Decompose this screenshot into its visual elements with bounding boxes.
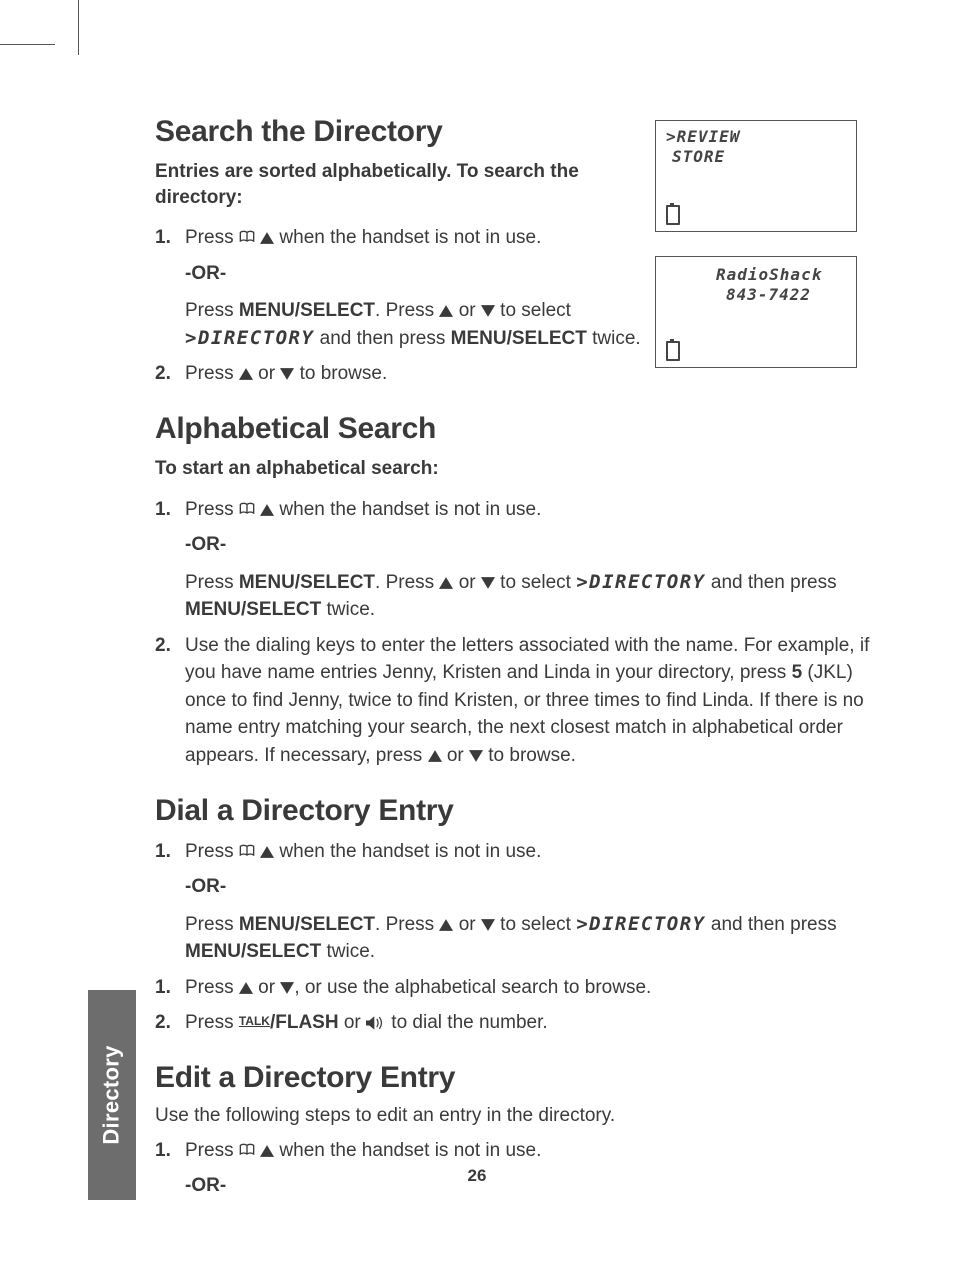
step-text: Press or to browse. bbox=[185, 360, 875, 388]
down-arrow-icon bbox=[469, 750, 483, 762]
or-separator: -OR- bbox=[185, 260, 875, 288]
list-item: 1. Press or , or use the alphabetical se… bbox=[155, 974, 875, 1002]
up-arrow-icon bbox=[260, 232, 274, 244]
list-item: 1. Press when the handset is not in use.… bbox=[155, 838, 875, 966]
step-number: 2. bbox=[155, 360, 171, 388]
list-item: 2. Press or to browse. bbox=[155, 360, 875, 388]
step-number: 1. bbox=[155, 224, 171, 252]
page-number: 26 bbox=[0, 1166, 954, 1186]
book-icon bbox=[239, 844, 255, 858]
step-number: 1. bbox=[155, 496, 171, 524]
list-item: 2. Press TALK/FLASH or to dial the numbe… bbox=[155, 1009, 875, 1037]
book-icon bbox=[239, 230, 255, 244]
up-arrow-icon bbox=[260, 846, 274, 858]
list-item: 1. Press when the handset is not in use.… bbox=[155, 224, 875, 352]
or-separator: -OR- bbox=[185, 531, 875, 559]
up-arrow-icon bbox=[239, 368, 253, 380]
up-arrow-icon bbox=[260, 504, 274, 516]
step-text: Press MENU/SELECT. Press or to select >D… bbox=[185, 569, 875, 624]
step-number: 1. bbox=[155, 1137, 171, 1165]
step-text: Press when the handset is not in use. bbox=[185, 838, 875, 866]
step-number: 1. bbox=[155, 974, 171, 1002]
step-number: 2. bbox=[155, 1009, 171, 1037]
heading-search-directory: Search the Directory bbox=[155, 115, 875, 149]
page-content: Search the Directory Entries are sorted … bbox=[155, 115, 875, 1224]
intro-text: To start an alphabetical search: bbox=[155, 456, 855, 482]
book-icon bbox=[239, 502, 255, 516]
step-text: Press TALK/FLASH or to dial the number. bbox=[185, 1009, 875, 1037]
up-arrow-icon bbox=[239, 982, 253, 994]
step-text: Press when the handset is not in use. bbox=[185, 224, 645, 252]
up-arrow-icon bbox=[439, 577, 453, 589]
step-text: Press MENU/SELECT. Press or to select >D… bbox=[185, 297, 645, 352]
list-item: 1. Press when the handset is not in use.… bbox=[155, 496, 875, 624]
up-arrow-icon bbox=[439, 919, 453, 931]
up-arrow-icon bbox=[428, 750, 442, 762]
step-text: Press or , or use the alphabetical searc… bbox=[185, 974, 875, 1002]
crop-mark bbox=[78, 0, 79, 55]
step-text: Use the dialing keys to enter the letter… bbox=[185, 632, 875, 770]
up-arrow-icon bbox=[439, 305, 453, 317]
heading-dial-entry: Dial a Directory Entry bbox=[155, 794, 875, 828]
step-text: Press when the handset is not in use. bbox=[185, 1137, 875, 1165]
step-text: Press MENU/SELECT. Press or to select >D… bbox=[185, 911, 875, 966]
heading-edit-entry: Edit a Directory Entry bbox=[155, 1061, 875, 1095]
list-item: 2. Use the dialing keys to enter the let… bbox=[155, 632, 875, 770]
up-arrow-icon bbox=[260, 1145, 274, 1157]
talk-label: TALK bbox=[239, 1014, 270, 1028]
speaker-icon bbox=[366, 1016, 386, 1030]
down-arrow-icon bbox=[481, 305, 495, 317]
step-text: Press when the handset is not in use. bbox=[185, 496, 875, 524]
book-icon bbox=[239, 1143, 255, 1157]
down-arrow-icon bbox=[280, 368, 294, 380]
down-arrow-icon bbox=[481, 577, 495, 589]
section-tab-label: Directory bbox=[99, 1045, 125, 1144]
step-number: 2. bbox=[155, 632, 171, 660]
crop-mark bbox=[0, 44, 55, 45]
intro-text: Entries are sorted alphabetically. To se… bbox=[155, 159, 615, 210]
or-separator: -OR- bbox=[185, 873, 875, 901]
down-arrow-icon bbox=[481, 919, 495, 931]
heading-alphabetical-search: Alphabetical Search bbox=[155, 412, 875, 446]
down-arrow-icon bbox=[280, 982, 294, 994]
step-number: 1. bbox=[155, 838, 171, 866]
intro-text: Use the following steps to edit an entry… bbox=[155, 1105, 875, 1127]
